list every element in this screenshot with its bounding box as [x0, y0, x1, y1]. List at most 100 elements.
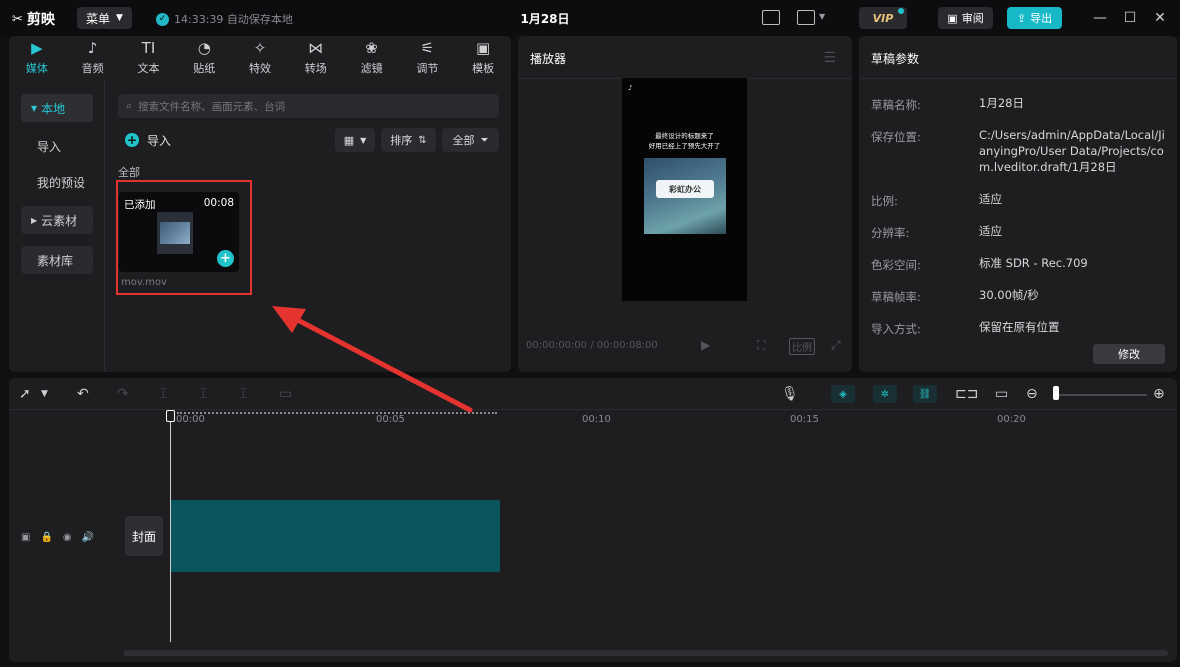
- track-video-icon[interactable]: ▣: [21, 532, 30, 543]
- tab-8[interactable]: ▣ 模板: [455, 36, 511, 80]
- sidebar-item-cloud[interactable]: ▶ 云素材: [21, 206, 93, 234]
- sparkle-icon: ✧: [253, 39, 267, 57]
- redo-icon[interactable]: ↷: [117, 386, 129, 402]
- draft-row-value: 适应: [979, 192, 1002, 206]
- link-button[interactable]: ⛓: [913, 385, 937, 403]
- split-left-icon[interactable]: ⌶: [199, 386, 207, 402]
- timecode: 00:00:00:00 / 00:00:08:00: [526, 340, 658, 351]
- layout-icon[interactable]: [797, 10, 815, 25]
- horizontal-scrollbar[interactable]: [123, 650, 1168, 656]
- minimize-icon[interactable]: —: [1090, 8, 1110, 28]
- chevron-down-icon[interactable]: ▼: [41, 389, 48, 399]
- tab-5[interactable]: ⋈ 转场: [288, 36, 344, 80]
- bowtie-icon: ⋈: [308, 39, 324, 57]
- tab-label: 模板: [472, 62, 495, 75]
- keyboard-icon[interactable]: [762, 10, 780, 25]
- expand-icon[interactable]: ⤢: [831, 338, 841, 353]
- search-input[interactable]: ⌕ 搜索文件名称、画面元素、台词: [118, 94, 499, 118]
- ruler-tick: 00:20: [997, 414, 1026, 425]
- maximize-icon[interactable]: ☐: [1120, 8, 1140, 28]
- import-button[interactable]: + 导入: [119, 128, 181, 152]
- microphone-icon[interactable]: 🎙: [781, 386, 799, 402]
- menu-button[interactable]: 菜单 ▼: [77, 7, 132, 29]
- media-panel: ▶ 媒体 ♪ 音频 TI 文本 ◔ 贴纸 ✧ 特效 ⋈ 转场 ❀ 滤镜 ⚟ 调节 ▣ 模板 ▼ 本地 导入 我的预…: [9, 36, 511, 372]
- vip-label: VIP: [872, 11, 894, 25]
- sidebar-item-my-presets[interactable]: 我的预设: [21, 168, 93, 196]
- caption-line: 好用已经上了预先大开了: [648, 142, 721, 150]
- playhead[interactable]: [170, 420, 171, 642]
- close-icon[interactable]: ✕: [1150, 8, 1170, 28]
- filter-circles-icon: ❀: [365, 39, 378, 57]
- timeline-ruler[interactable]: [177, 412, 497, 414]
- tab-0[interactable]: ▶ 媒体: [9, 36, 65, 80]
- tab-label: 文本: [137, 62, 160, 75]
- draft-row-value: 标准 SDR - Rec.709: [979, 256, 1088, 270]
- select-cursor-icon[interactable]: ➚: [19, 386, 31, 402]
- sidebar-item-local[interactable]: ▼ 本地: [21, 94, 93, 122]
- check-circle-icon: ✓: [156, 12, 169, 26]
- tab-4[interactable]: ✧ 特效: [232, 36, 288, 80]
- zoom-slider-track[interactable]: [1057, 394, 1147, 396]
- tab-3[interactable]: ◔ 贴纸: [176, 36, 232, 80]
- filter-all-button[interactable]: 全部 ⏷: [442, 128, 499, 152]
- plus-icon: +: [125, 133, 139, 147]
- tab-7[interactable]: ⚟ 调节: [399, 36, 455, 80]
- cover-button[interactable]: 封面: [125, 516, 163, 556]
- undo-icon[interactable]: ↶: [77, 386, 89, 402]
- sidebar-item-library[interactable]: 素材库: [21, 246, 93, 274]
- fullscreen-fit-icon[interactable]: ⛶: [757, 338, 765, 353]
- draft-params-panel: 草稿参数 草稿名称: 1月28日 保存位置: C:/Users/admin/AppDa…: [859, 36, 1177, 372]
- filter-label: 全部: [452, 134, 475, 147]
- search-placeholder: 搜索文件名称、画面元素、台词: [138, 100, 286, 113]
- review-button[interactable]: ▣ 审阅: [938, 7, 993, 29]
- ruler-tick: 00:15: [790, 414, 819, 425]
- screen-icon[interactable]: ▭: [995, 386, 1008, 402]
- delete-icon[interactable]: ▭: [279, 386, 292, 402]
- lock-icon[interactable]: 🔒: [40, 532, 52, 543]
- split-icon[interactable]: ⌶: [159, 386, 167, 402]
- view-mode-button[interactable]: ▦ ▼: [335, 128, 375, 152]
- app-name: 剪映: [26, 12, 55, 28]
- draft-row-value: C:/Users/admin/AppData/Local/JianyingPro…: [979, 128, 1165, 174]
- draft-row-label: 导入方式:: [871, 322, 921, 336]
- sidebar-item-label: 我的预设: [37, 175, 86, 190]
- added-badge: 已添加: [124, 199, 156, 211]
- split-right-icon[interactable]: ⌶: [239, 386, 247, 402]
- timeline-video-clip[interactable]: [170, 500, 500, 572]
- ruler-tick: 00:10: [582, 414, 611, 425]
- hamburger-icon[interactable]: ☰: [823, 50, 836, 66]
- chevron-down-icon[interactable]: ▼: [819, 12, 825, 21]
- main-track-magnet-button[interactable]: ◈: [831, 385, 855, 403]
- track-controls: ▣ 🔒 ◉ 🔊: [21, 532, 94, 543]
- play-icon[interactable]: ▶: [701, 338, 710, 352]
- tab-1[interactable]: ♪ 音频: [65, 36, 121, 80]
- filter-icon: ⏷: [480, 134, 489, 146]
- tab-2[interactable]: TI 文本: [121, 36, 177, 80]
- section-label: 全部: [118, 166, 140, 179]
- modify-button[interactable]: 修改: [1093, 344, 1165, 364]
- vip-button[interactable]: VIP: [859, 7, 907, 29]
- video-badge: 彩虹办公: [656, 180, 714, 198]
- speaker-icon[interactable]: 🔊: [82, 532, 94, 543]
- zoom-in-icon[interactable]: ⊕: [1153, 386, 1165, 402]
- tab-label: 转场: [304, 62, 327, 75]
- media-clip-thumbnail[interactable]: 已添加 00:08 +: [119, 192, 239, 272]
- sidebar-item-import[interactable]: 导入: [21, 132, 93, 160]
- autosave-text: 14:33:39 自动保存本地: [174, 13, 293, 26]
- zoom-slider-handle[interactable]: [1053, 386, 1059, 400]
- sort-button[interactable]: 排序 ⇅: [381, 128, 436, 152]
- zoom-out-icon[interactable]: ⊖: [1026, 386, 1038, 402]
- tab-6[interactable]: ❀ 滤镜: [344, 36, 400, 80]
- export-button[interactable]: ⇪ 导出: [1007, 7, 1062, 29]
- video-preview[interactable]: ♪ 最终设计的标题来了 好用已经上了预先大开了 彩虹办公: [622, 78, 747, 301]
- playhead-handle[interactable]: [166, 410, 175, 422]
- export-label: 导出: [1030, 12, 1053, 25]
- player-title: 播放器: [530, 52, 567, 66]
- eye-icon[interactable]: ◉: [63, 532, 72, 543]
- preview-axis-icon[interactable]: ⊏⊐: [955, 386, 978, 402]
- clip-frame-image: [160, 222, 190, 244]
- auto-snap-button[interactable]: ✲: [873, 385, 897, 403]
- add-to-timeline-icon[interactable]: +: [217, 250, 234, 267]
- draft-row-label: 保存位置:: [871, 130, 921, 144]
- ratio-button[interactable]: 比例: [789, 338, 815, 355]
